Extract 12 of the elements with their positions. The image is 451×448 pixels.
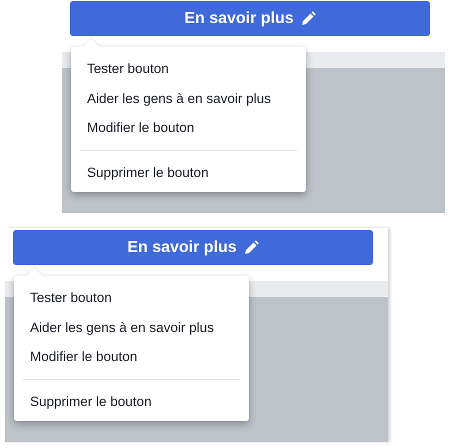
menu-item[interactable]: Supprimer le bouton xyxy=(14,386,249,416)
pencil-icon xyxy=(242,240,259,256)
menu-item[interactable]: Supprimer le bouton xyxy=(71,158,306,187)
learn-more-button[interactable]: En savoir plus xyxy=(70,1,430,36)
pencil-icon xyxy=(300,10,316,26)
menu-item[interactable]: Aider les gens à en savoir plus xyxy=(14,312,249,342)
menu-item[interactable]: Modifier le bouton xyxy=(14,342,249,372)
menu-item[interactable]: Modifier le bouton xyxy=(71,113,306,142)
menu-item[interactable]: Tester bouton xyxy=(71,54,306,84)
menu-item[interactable]: Aider les gens à en savoir plus xyxy=(71,84,306,113)
learn-more-button[interactable]: En savoir plus xyxy=(13,230,373,265)
menu-item[interactable]: Tester bouton xyxy=(14,283,249,312)
